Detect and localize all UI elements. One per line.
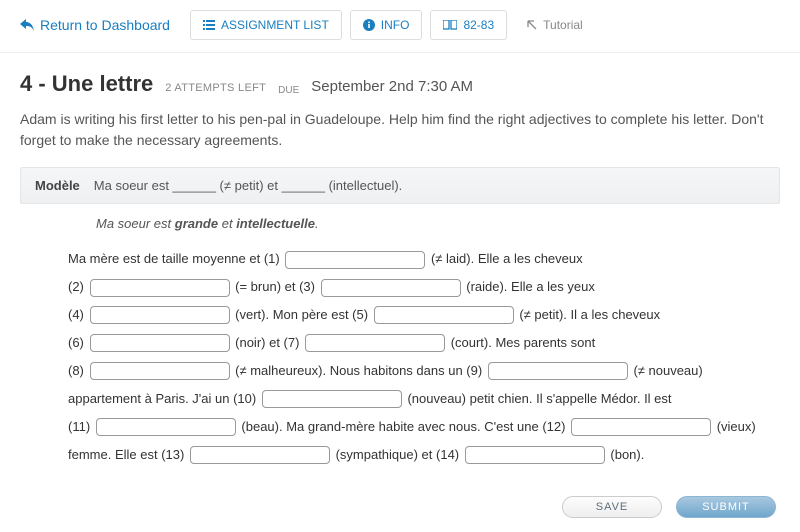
assignment-list-button[interactable]: ASSIGNMENT LIST: [190, 10, 342, 40]
tutorial-label: Tutorial: [543, 18, 583, 32]
text-segment: femme. Elle est (13): [68, 447, 184, 462]
text-segment: (bon).: [610, 447, 644, 462]
reply-arrow-icon: [20, 19, 34, 31]
blank-7[interactable]: [305, 334, 445, 352]
return-label: Return to Dashboard: [40, 17, 170, 33]
modele-answer-bold-1: grande: [175, 216, 218, 231]
info-icon: [363, 19, 375, 31]
due-value: September 2nd 7:30 AM: [311, 78, 473, 95]
submit-button[interactable]: SUBMIT: [676, 496, 776, 518]
blank-2[interactable]: [90, 279, 230, 297]
blank-4[interactable]: [90, 306, 230, 324]
modele-answer: Ma soeur est grande et intellectuelle.: [0, 204, 800, 245]
blank-9[interactable]: [488, 362, 628, 380]
save-button[interactable]: SAVE: [562, 496, 662, 518]
top-nav: Return to Dashboard ASSIGNMENT LIST INFO…: [0, 0, 800, 53]
exercise-body: Ma mère est de taille moyenne et (1) (≠ …: [0, 245, 800, 469]
text-segment: (4): [68, 307, 84, 322]
pages-button[interactable]: 82-83: [430, 10, 507, 40]
text-segment: (≠ laid). Elle a les cheveux: [431, 251, 583, 266]
modele-answer-mid: et: [218, 216, 236, 231]
text-segment: (6): [68, 335, 84, 350]
blank-5[interactable]: [374, 306, 514, 324]
blank-8[interactable]: [90, 362, 230, 380]
footer-actions: SAVE SUBMIT: [562, 496, 776, 518]
blank-3[interactable]: [321, 279, 461, 297]
attempts-remaining: 2 ATTEMPTS LEFT: [165, 82, 266, 94]
text-segment: (= brun) et (3): [235, 279, 315, 294]
blank-6[interactable]: [90, 334, 230, 352]
page-title: 4 - Une lettre: [20, 71, 153, 97]
blank-11[interactable]: [96, 418, 236, 436]
list-icon: [203, 20, 215, 30]
return-to-dashboard-link[interactable]: Return to Dashboard: [20, 17, 170, 33]
blank-12[interactable]: [571, 418, 711, 436]
text-segment: Ma mère est de taille moyenne et (1): [68, 251, 280, 266]
tutorial-link[interactable]: Tutorial: [515, 11, 595, 39]
modele-answer-post: .: [315, 216, 319, 231]
due-label: DUE: [278, 85, 299, 96]
text-segment: (noir) et (7): [235, 335, 299, 350]
modele-label: Modèle: [35, 178, 80, 193]
text-segment: (2): [68, 279, 84, 294]
arrow-top-left-icon: [527, 20, 537, 30]
text-segment: (raide). Elle a les yeux: [466, 279, 595, 294]
modele-prompt: Ma soeur est ______ (≠ petit) et ______ …: [94, 178, 402, 193]
text-segment: (vieux): [717, 419, 756, 434]
blank-10[interactable]: [262, 390, 402, 408]
modele-answer-pre: Ma soeur est: [96, 216, 175, 231]
title-row: 4 - Une lettre 2 ATTEMPTS LEFT DUE Septe…: [0, 53, 800, 103]
modele-box: Modèle Ma soeur est ______ (≠ petit) et …: [20, 167, 780, 204]
assignment-list-label: ASSIGNMENT LIST: [221, 18, 329, 32]
text-segment: (≠ nouveau): [633, 363, 702, 378]
text-segment: (sympathique) et (14): [336, 447, 460, 462]
blank-13[interactable]: [190, 446, 330, 464]
book-icon: [443, 20, 457, 30]
blank-1[interactable]: [285, 251, 425, 269]
info-button[interactable]: INFO: [350, 10, 423, 40]
modele-answer-bold-2: intellectuelle: [236, 216, 315, 231]
instructions-text: Adam is writing his first letter to his …: [0, 103, 800, 167]
text-segment: (court). Mes parents sont: [451, 335, 596, 350]
text-segment: (≠ petit). Il a les cheveux: [519, 307, 660, 322]
text-segment: (≠ malheureux). Nous habitons dans un (9…: [235, 363, 482, 378]
blank-14[interactable]: [465, 446, 605, 464]
text-segment: (beau). Ma grand-mère habite avec nous. …: [241, 419, 565, 434]
text-segment: (11): [68, 419, 90, 434]
text-segment: (vert). Mon père est (5): [235, 307, 368, 322]
text-segment: (8): [68, 363, 84, 378]
pages-label: 82-83: [463, 18, 494, 32]
text-segment: appartement à Paris. J'ai un (10): [68, 391, 256, 406]
info-label: INFO: [381, 18, 410, 32]
text-segment: (nouveau) petit chien. Il s'appelle Médo…: [407, 391, 671, 406]
